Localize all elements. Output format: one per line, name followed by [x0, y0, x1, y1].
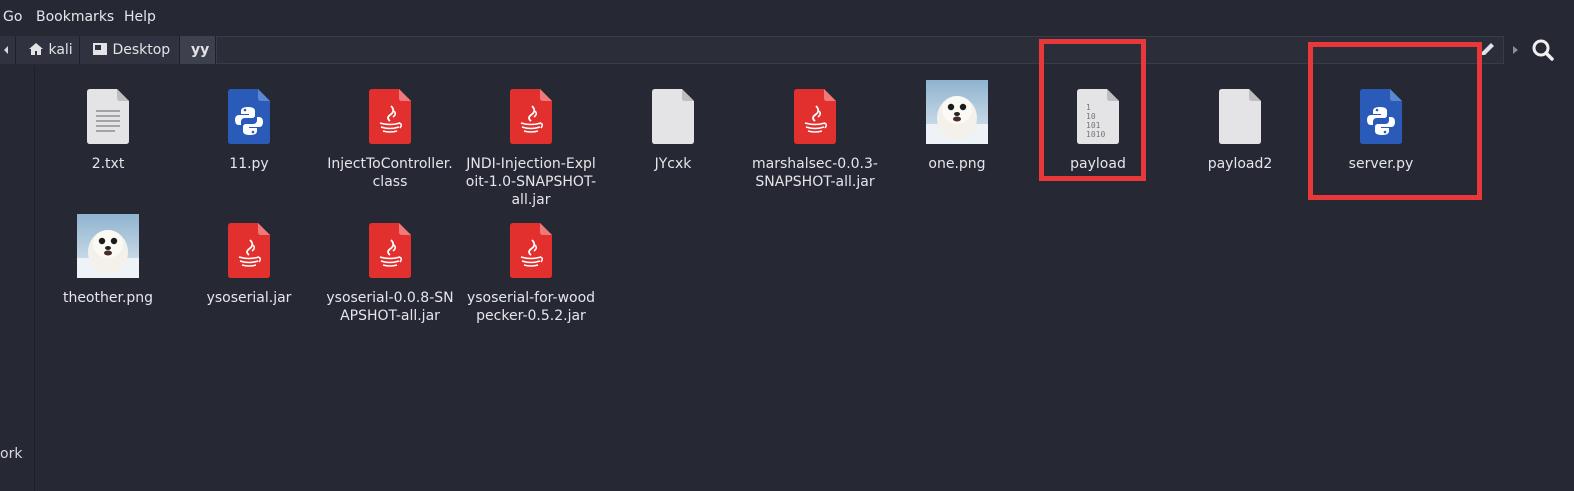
file-item-payload2[interactable]: payload2 [1170, 76, 1310, 173]
java-file-icon [794, 89, 836, 144]
generic-file-icon [652, 89, 694, 144]
file-name: ysoserial-for-woodpecker-0.5.2.jar [466, 290, 596, 324]
path-scroll-right-button[interactable] [1505, 38, 1525, 62]
file-item-ysoserial-jar[interactable]: ysoserial.jar [179, 210, 319, 307]
path-segment-desktop[interactable]: Desktop [80, 36, 180, 64]
file-item-2-txt[interactable]: 2.txt [38, 76, 178, 173]
file-item-jndi-injection-exploit-jar[interactable]: JNDI-Injection-Exploit-1.0-SNAPSHOT-all.… [461, 76, 601, 209]
generic-file-icon [1219, 89, 1261, 144]
java-file-icon [510, 89, 552, 144]
file-name: ysoserial.jar [206, 290, 292, 306]
file-item-jycxk[interactable]: JYcxk [603, 76, 743, 173]
image-thumbnail-icon [926, 80, 988, 144]
file-item-one-png[interactable]: one.png [887, 76, 1027, 173]
sidebar-item-network[interactable]: ork [0, 446, 22, 462]
file-name: InjectToController.class [327, 156, 453, 190]
java-file-icon [369, 223, 411, 278]
file-item-ysoserial-woodpecker-jar[interactable]: ysoserial-for-woodpecker-0.5.2.jar [461, 210, 601, 325]
file-name: theother.png [62, 290, 154, 306]
java-file-icon [510, 223, 552, 278]
highlight-box-payload [1039, 39, 1146, 181]
highlight-box-server-py [1308, 42, 1482, 200]
file-name: JNDI-Injection-Exploit-1.0-SNAPSHOT-all.… [465, 156, 597, 208]
file-item-injecttocontroller-class[interactable]: InjectToController.class [320, 76, 460, 191]
desktop-icon [93, 43, 107, 55]
arrow-right-icon [1513, 46, 1518, 54]
path-segment-label: yy [191, 42, 210, 58]
java-file-icon [228, 223, 270, 278]
path-segment-label: kali [48, 42, 73, 58]
file-name: one.png [928, 156, 986, 172]
python-file-icon [228, 89, 270, 144]
path-scroll-left-button[interactable] [0, 36, 16, 64]
search-button[interactable] [1528, 36, 1558, 64]
java-file-icon [369, 89, 411, 144]
file-item-ysoserial-snapshot-jar[interactable]: ysoserial-0.0.8-SNAPSHOT-all.jar [320, 210, 460, 325]
home-icon [29, 43, 43, 55]
text-file-icon [87, 89, 129, 144]
menu-bookmarks[interactable]: Bookmarks [36, 9, 114, 25]
image-thumbnail-icon [77, 214, 139, 278]
menu-help[interactable]: Help [124, 9, 156, 25]
path-segment-kali[interactable]: kali [16, 36, 80, 64]
file-name: ysoserial-0.0.8-SNAPSHOT-all.jar [326, 290, 454, 324]
search-icon [1532, 39, 1554, 61]
file-name: payload2 [1207, 156, 1273, 172]
file-item-marshalsec-jar[interactable]: marshalsec-0.0.3-SNAPSHOT-all.jar [745, 76, 885, 191]
path-segment-yy[interactable]: yy [180, 36, 216, 64]
sidebar [0, 66, 35, 491]
path-segment-label: Desktop [112, 42, 171, 58]
file-name: 2.txt [91, 156, 125, 172]
file-item-theother-png[interactable]: theother.png [38, 210, 178, 307]
file-name: marshalsec-0.0.3-SNAPSHOT-all.jar [752, 156, 878, 190]
menubar: Go Bookmarks Help [0, 0, 1574, 36]
file-name: JYcxk [654, 156, 692, 172]
arrow-left-icon [4, 46, 8, 54]
file-name: 11.py [229, 156, 269, 172]
menu-go[interactable]: Go [3, 9, 22, 25]
file-item-11-py[interactable]: 11.py [179, 76, 319, 173]
